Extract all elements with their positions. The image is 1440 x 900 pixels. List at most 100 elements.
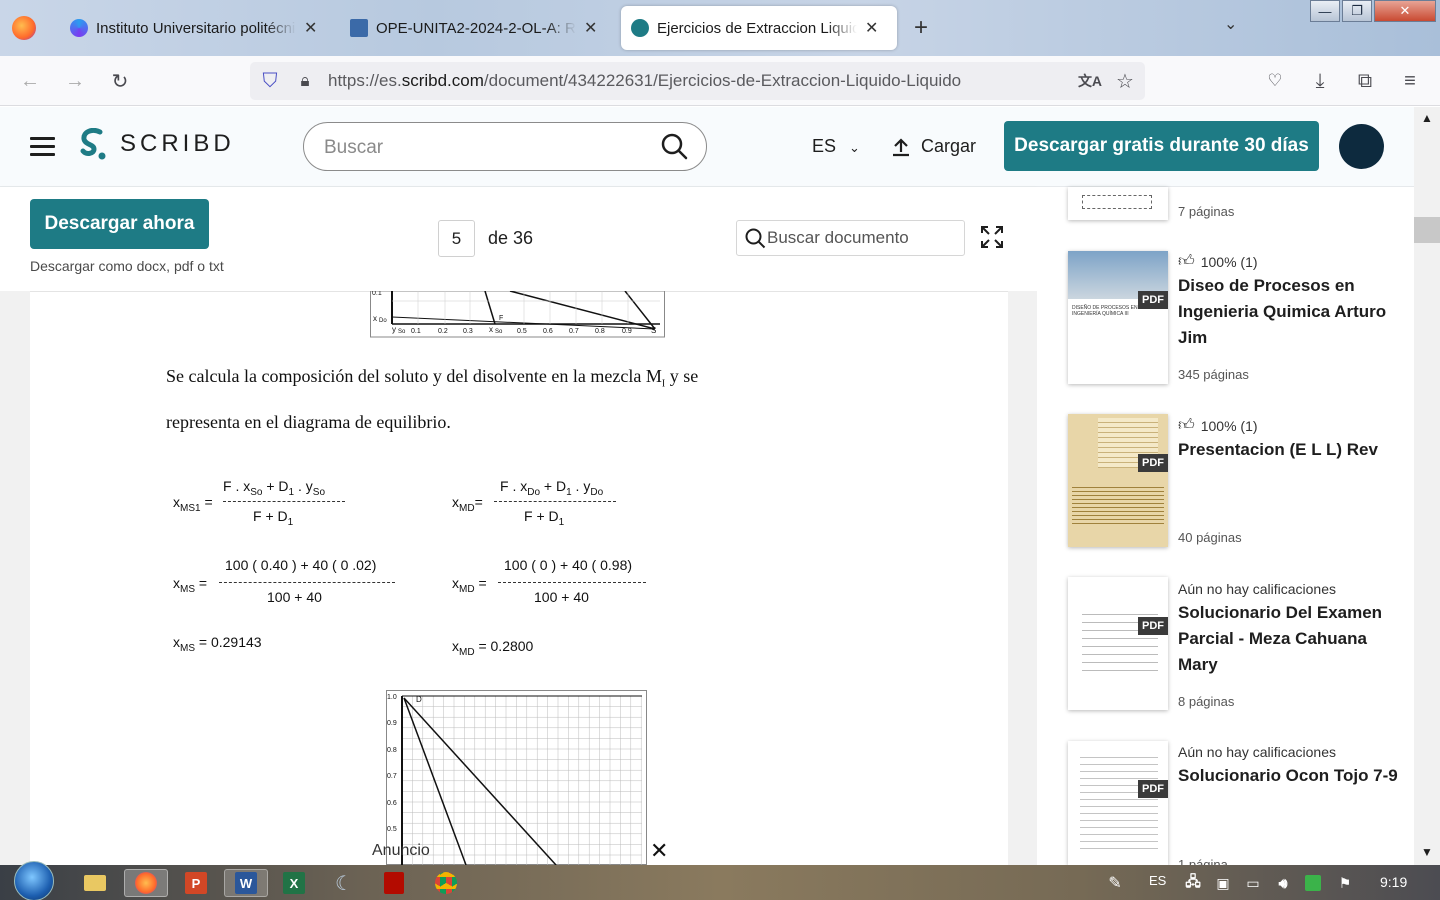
download-now-button[interactable]: Descargar ahora — [30, 199, 209, 249]
url-text[interactable]: https://es.scribd.com/document/434222631… — [328, 71, 961, 91]
bookmark-star-icon[interactable]: ☆ — [1110, 66, 1140, 96]
tab-ejercicios[interactable]: Ejercicios de Extraccion Liquido ✕ — [621, 6, 897, 50]
graph-label: D — [416, 695, 422, 704]
search-icon[interactable] — [661, 133, 688, 160]
hamburger-menu-icon[interactable] — [30, 137, 55, 156]
close-icon[interactable]: ✕ — [584, 18, 597, 38]
upload-label: Cargar — [921, 136, 977, 156]
document-title[interactable]: Diseo de Procesos en Ingenieria Quimica … — [1178, 273, 1388, 351]
powerpoint-icon[interactable]: P — [178, 869, 214, 897]
equation-xms1: xMS1 = F . xSo + D1 . ySo F + D1 — [173, 478, 353, 528]
file-explorer-icon[interactable] — [77, 869, 113, 897]
flag-icon[interactable]: ⚑ — [1332, 869, 1358, 897]
page-total: de 36 — [488, 228, 534, 248]
graph-tick-label: 0.3 — [463, 328, 473, 335]
scribd-icon — [631, 19, 649, 37]
fullscreen-icon[interactable] — [980, 225, 1004, 249]
firefox-taskbar-icon[interactable] — [124, 869, 168, 897]
language-selector[interactable]: ES ⌄ — [812, 136, 860, 157]
firefox-menu-icon[interactable] — [12, 16, 36, 40]
update-icon[interactable] — [1300, 869, 1326, 897]
document-search-placeholder[interactable]: Buscar documento — [767, 228, 909, 248]
new-tab-icon[interactable]: + — [914, 14, 928, 42]
device-icon[interactable]: ▣ — [1210, 869, 1236, 897]
graph-label: y — [392, 325, 396, 334]
graph-label: x — [373, 314, 377, 323]
document-title[interactable]: Solucionario Del Examen Parcial - Meza C… — [1178, 600, 1388, 678]
tab-instituto[interactable]: Instituto Universitario politécnico ✕ — [60, 6, 332, 50]
input-language[interactable]: ES — [1149, 873, 1166, 888]
search-icon — [745, 228, 766, 249]
close-ad-icon[interactable]: ✕ — [650, 838, 668, 864]
brand-name[interactable]: SCRIBD — [120, 130, 235, 158]
close-window-icon[interactable]: ✕ — [1374, 0, 1436, 22]
tab-title: OPE-UNITA2-2024-2-OL-A: REV — [376, 19, 576, 37]
app-menu-icon[interactable]: ≡ — [1395, 66, 1425, 96]
tab-title: Ejercicios de Extraccion Liquido — [657, 19, 857, 37]
maximize-icon[interactable]: ❐ — [1342, 0, 1372, 22]
scribd-logo-icon[interactable] — [78, 128, 108, 164]
graph-label: F — [499, 315, 503, 322]
document-title[interactable]: Solucionario Ocon Tojo 7-9 — [1178, 763, 1408, 789]
scroll-down-icon[interactable]: ▼ — [1421, 845, 1433, 859]
url-bar[interactable]: https://es.scribd.com/document/434222631… — [250, 62, 1145, 100]
lock-icon[interactable]: 🔒︎ — [290, 66, 320, 96]
paragraph: representa en el diagrama de equilibrio. — [166, 412, 451, 432]
clock[interactable]: 9:19 — [1380, 874, 1407, 890]
page-number-input[interactable]: 5 — [438, 220, 475, 257]
graph-label: So — [398, 329, 406, 335]
pen-input-icon[interactable]: ✎ — [1097, 869, 1133, 897]
upload-button[interactable]: Cargar — [891, 136, 976, 157]
rating: Aún no hay calificaciones — [1178, 744, 1336, 760]
forward-icon[interactable]: → — [60, 66, 90, 96]
acrobat-icon[interactable] — [376, 869, 412, 897]
document-thumbnail[interactable]: PDF — [1068, 414, 1168, 547]
document-thumbnail[interactable] — [1068, 187, 1168, 220]
scroll-thumb[interactable] — [1414, 217, 1440, 243]
document-title[interactable]: Presentacion (E L L) Rev — [1178, 437, 1408, 463]
document-thumbnail[interactable]: PDF — [1068, 741, 1168, 865]
word-icon[interactable]: W — [224, 869, 268, 897]
graph-tick-label: 0.1 — [411, 328, 421, 335]
c-circle-icon — [70, 19, 88, 37]
app-icon[interactable]: ☾ — [326, 869, 362, 897]
moodle-icon — [350, 19, 368, 37]
graph-tick-label: 1.0 — [387, 694, 397, 701]
tab-ope-unita2[interactable]: OPE-UNITA2-2024-2-OL-A: REV ✕ — [340, 6, 612, 50]
pocket-icon[interactable]: ♡ — [1260, 66, 1290, 96]
reload-icon[interactable]: ↻ — [105, 66, 135, 96]
downloads-icon[interactable]: ⤓ — [1305, 66, 1335, 96]
minimize-icon[interactable]: — — [1310, 0, 1340, 22]
page-count: 1 página — [1178, 857, 1228, 865]
power-icon[interactable]: ▭ — [1240, 869, 1266, 897]
close-icon[interactable]: ✕ — [865, 18, 878, 38]
document-thumbnail[interactable]: DISEÑO DE PROCESOS EN INGENIERÍA QUÍMICA… — [1068, 251, 1168, 384]
equilibrium-diagram-top: 0.1 x Do y So 0.1 0.2 0.3 x So 0.5 0.6 0… — [370, 291, 665, 338]
scroll-up-icon[interactable]: ▲ — [1421, 111, 1433, 125]
graph-tick-label: 0.6 — [543, 328, 553, 335]
chrome-icon[interactable] — [428, 869, 464, 897]
shield-icon[interactable]: ⛉ — [255, 66, 285, 96]
graph-tick-label: 0.7 — [569, 328, 579, 335]
translate-icon[interactable]: 文A — [1075, 66, 1105, 96]
document-thumbnail[interactable]: PDF — [1068, 577, 1168, 710]
pdf-badge: PDF — [1138, 617, 1168, 635]
start-button-icon[interactable] — [14, 861, 54, 900]
network-icon[interactable]: 🖧︎ — [1180, 869, 1206, 897]
graph-tick-label: 0.9 — [387, 720, 397, 727]
close-icon[interactable]: ✕ — [304, 18, 317, 38]
equation-xmd: xMD= F . xDo + D1 . yDo F + D1 — [452, 478, 632, 528]
free-trial-button[interactable]: Descargar gratis durante 30 días — [1004, 121, 1319, 171]
back-icon[interactable]: ← — [15, 66, 45, 96]
avatar[interactable] — [1339, 124, 1384, 169]
upload-icon — [893, 137, 909, 156]
scrollbar[interactable]: ▲ ▼ — [1414, 107, 1440, 865]
extensions-icon[interactable]: ⧉ — [1350, 66, 1380, 96]
list-tabs-icon[interactable]: ⌄ — [1224, 14, 1237, 34]
search-placeholder[interactable]: Buscar — [324, 137, 383, 159]
excel-icon[interactable]: X — [276, 869, 312, 897]
graph-tick-label: 0.7 — [387, 773, 397, 780]
volume-icon[interactable]: 🔊︎ — [1270, 869, 1296, 897]
graph-tick-label: 0.1 — [372, 291, 382, 297]
ad-label: Anuncio — [372, 842, 430, 859]
